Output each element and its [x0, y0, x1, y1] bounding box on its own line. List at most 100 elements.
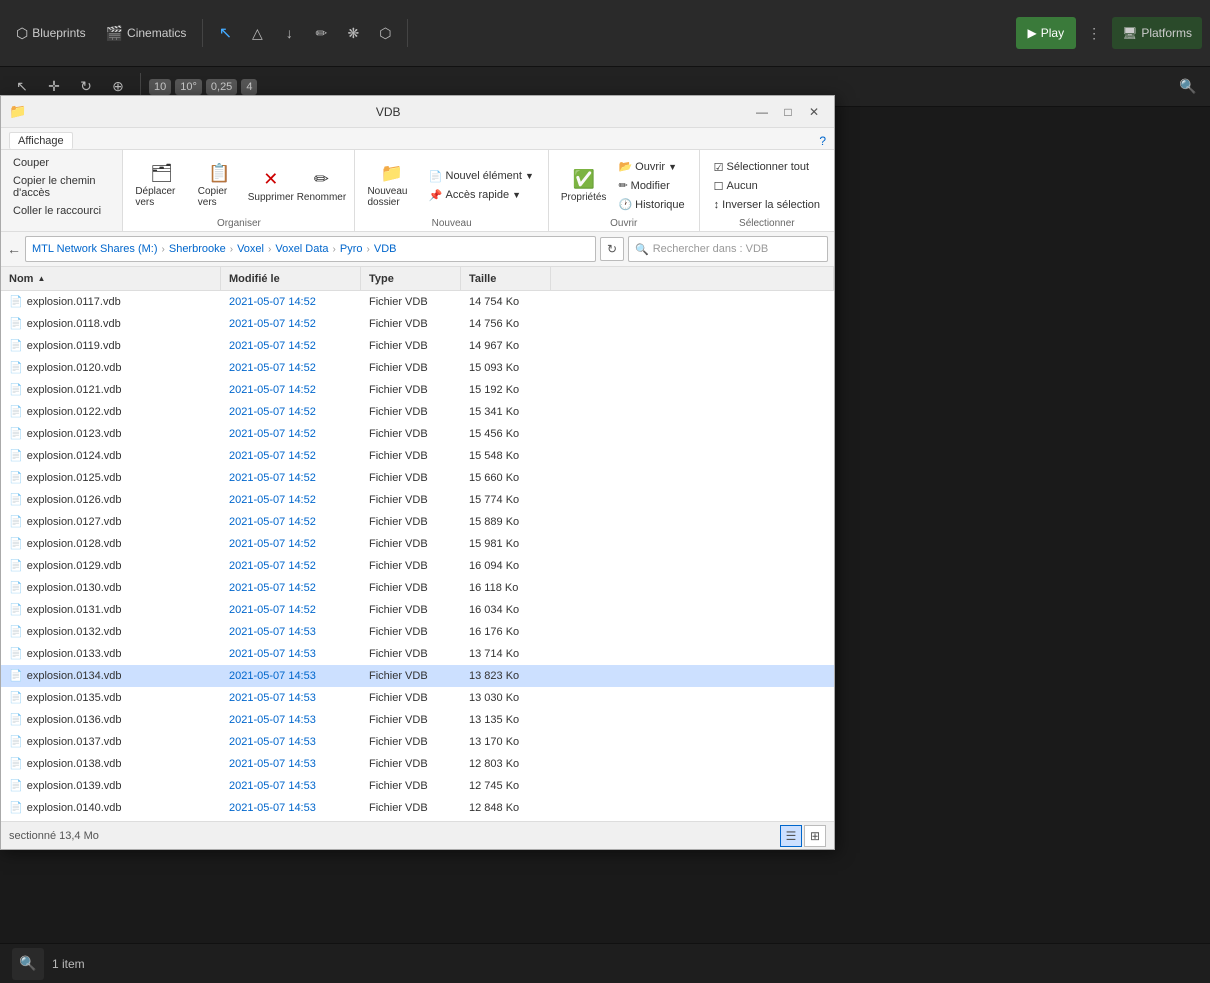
path-part-network[interactable]: MTL Network Shares (M:): [32, 243, 158, 255]
path-part-vdb[interactable]: VDB: [374, 243, 397, 255]
table-row[interactable]: 📄 explosion.0138.vdb 2021-05-07 14:53 Fi…: [1, 753, 834, 775]
file-name: 📄 explosion.0136.vdb: [1, 713, 221, 726]
delete-button[interactable]: ✕ Supprimer: [247, 167, 294, 205]
file-size: 15 889 Ko: [461, 516, 551, 528]
context-copy-path[interactable]: Copier le chemin d'accès: [1, 172, 122, 202]
copy-to-button[interactable]: 📋 Copier vers: [194, 161, 245, 210]
file-modified: 2021-05-07 14:52: [221, 538, 361, 550]
file-modified: 2021-05-07 14:52: [221, 516, 361, 528]
table-row[interactable]: 📄 explosion.0119.vdb 2021-05-07 14:52 Fi…: [1, 335, 834, 357]
rename-button[interactable]: ✏ Renommer: [296, 167, 346, 205]
path-part-voxeldata[interactable]: Voxel Data: [275, 243, 328, 255]
column-header-name[interactable]: Nom ▲: [1, 267, 221, 290]
file-size: 13 170 Ko: [461, 736, 551, 748]
table-row[interactable]: 📄 explosion.0135.vdb 2021-05-07 14:53 Fi…: [1, 687, 834, 709]
table-row[interactable]: 📄 explosion.0137.vdb 2021-05-07 14:53 Fi…: [1, 731, 834, 753]
ouvrir-buttons: ✅ Propriétés 📂 Ouvrir ▼ ✏ Modifier 🕐: [557, 154, 691, 217]
open-button[interactable]: 📂 Ouvrir ▼: [612, 158, 690, 175]
column-header-type[interactable]: Type: [361, 267, 461, 290]
context-cut[interactable]: Couper: [1, 154, 122, 172]
file-size: 16 094 Ko: [461, 560, 551, 572]
view-buttons: ☰ ⊞: [780, 825, 826, 847]
close-button[interactable]: ✕: [802, 100, 826, 124]
table-row[interactable]: 📄 explosion.0130.vdb 2021-05-07 14:52 Fi…: [1, 577, 834, 599]
cinematics-button[interactable]: 🎬 Cinematics: [98, 17, 195, 49]
separator-2: [407, 19, 408, 47]
table-row[interactable]: 📄 explosion.0140.vdb 2021-05-07 14:53 Fi…: [1, 797, 834, 819]
file-name: 📄 explosion.0119.vdb: [1, 339, 221, 352]
select-all-button[interactable]: ☑ Sélectionner tout: [708, 159, 826, 176]
table-row[interactable]: 📄 explosion.0122.vdb 2021-05-07 14:52 Fi…: [1, 401, 834, 423]
large-icon-view-button[interactable]: ⊞: [804, 825, 826, 847]
table-row[interactable]: 📄 explosion.0117.vdb 2021-05-07 14:52 Fi…: [1, 291, 834, 313]
ribbon-tab-affichage[interactable]: Affichage: [9, 132, 73, 149]
table-row[interactable]: 📄 explosion.0124.vdb 2021-05-07 14:52 Fi…: [1, 445, 834, 467]
select-tool-button[interactable]: ↖: [211, 19, 239, 47]
file-size: 15 456 Ko: [461, 428, 551, 440]
address-path[interactable]: MTL Network Shares (M:) › Sherbrooke › V…: [25, 236, 596, 262]
back-button[interactable]: ←: [7, 241, 21, 257]
modeling-tool-button[interactable]: ❋: [339, 19, 367, 47]
geometry-tool-button[interactable]: ✏: [307, 19, 335, 47]
path-part-voxel[interactable]: Voxel: [237, 243, 264, 255]
invert-selection-button[interactable]: ↕ Inverser la sélection: [708, 197, 826, 213]
list-view-button[interactable]: ☰: [780, 825, 802, 847]
table-row[interactable]: 📄 explosion.0131.vdb 2021-05-07 14:52 Fi…: [1, 599, 834, 621]
new-folder-icon: 📁: [381, 163, 403, 184]
properties-button[interactable]: ✅ Propriétés: [557, 167, 611, 205]
file-icon: 📄: [9, 405, 23, 418]
platforms-button[interactable]: 🖥 Platforms: [1112, 17, 1202, 49]
maximize-button[interactable]: □: [776, 100, 800, 124]
play-button[interactable]: ▶ Play: [1016, 17, 1077, 49]
table-row[interactable]: 📄 explosion.0118.vdb 2021-05-07 14:52 Fi…: [1, 313, 834, 335]
table-row[interactable]: 📄 explosion.0123.vdb 2021-05-07 14:52 Fi…: [1, 423, 834, 445]
ribbon-help-button[interactable]: ?: [819, 132, 826, 149]
history-button[interactable]: 🕐 Historique: [612, 196, 690, 213]
new-element-button[interactable]: 📄 Nouvel élément ▼: [423, 168, 540, 185]
quick-access-button[interactable]: 📌 Accès rapide ▼: [423, 187, 540, 204]
search-scene-button[interactable]: 🔍: [1174, 73, 1202, 101]
select-none-button[interactable]: ☐ Aucun: [708, 178, 826, 195]
landscape-tool-button[interactable]: △: [243, 19, 271, 47]
file-type: Fichier VDB: [361, 384, 461, 396]
table-row[interactable]: 📄 explosion.0128.vdb 2021-05-07 14:52 Fi…: [1, 533, 834, 555]
cinematics-label: Cinematics: [127, 26, 186, 40]
table-row[interactable]: 📄 explosion.0133.vdb 2021-05-07 14:53 Fi…: [1, 643, 834, 665]
table-row[interactable]: 📄 explosion.0125.vdb 2021-05-07 14:52 Fi…: [1, 467, 834, 489]
table-row[interactable]: 📄 explosion.0121.vdb 2021-05-07 14:52 Fi…: [1, 379, 834, 401]
table-row[interactable]: 📄 explosion.0134.vdb 2021-05-07 14:53 Fi…: [1, 665, 834, 687]
play-options-button[interactable]: ⋮: [1080, 19, 1108, 47]
table-row[interactable]: 📄 explosion.0132.vdb 2021-05-07 14:53 Fi…: [1, 621, 834, 643]
table-row[interactable]: 📄 explosion.0120.vdb 2021-05-07 14:52 Fi…: [1, 357, 834, 379]
file-size: 14 756 Ko: [461, 318, 551, 330]
search-box[interactable]: 🔍 Rechercher dans : VDB: [628, 236, 828, 262]
file-size: 13 714 Ko: [461, 648, 551, 660]
blueprints-button[interactable]: ⬡ Blueprints: [8, 17, 94, 49]
path-part-sherbrooke[interactable]: Sherbrooke: [169, 243, 226, 255]
search-button[interactable]: 🔍: [12, 948, 44, 980]
table-row[interactable]: 📄 explosion.0129.vdb 2021-05-07 14:52 Fi…: [1, 555, 834, 577]
file-type: Fichier VDB: [361, 560, 461, 572]
file-type: Fichier VDB: [361, 626, 461, 638]
path-part-pyro[interactable]: Pyro: [340, 243, 363, 255]
file-icon: 📄: [9, 339, 23, 352]
file-name: 📄 explosion.0135.vdb: [1, 691, 221, 704]
table-row[interactable]: 📄 explosion.0136.vdb 2021-05-07 14:53 Fi…: [1, 709, 834, 731]
move-to-button[interactable]: 🗂 Déplacer vers: [131, 161, 191, 210]
fracture-tool-button[interactable]: ⬡: [371, 19, 399, 47]
file-size: 15 093 Ko: [461, 362, 551, 374]
table-row[interactable]: 📄 explosion.0139.vdb 2021-05-07 14:53 Fi…: [1, 775, 834, 797]
context-paste-shortcut[interactable]: Coller le raccourci: [1, 202, 122, 220]
file-modified: 2021-05-07 14:52: [221, 406, 361, 418]
new-folder-button[interactable]: 📁 Nouveau dossier: [363, 161, 420, 210]
edit-button[interactable]: ✏ Modifier: [612, 177, 690, 194]
column-header-modified[interactable]: Modifié le: [221, 267, 361, 290]
table-row[interactable]: 📄 explosion.0127.vdb 2021-05-07 14:52 Fi…: [1, 511, 834, 533]
context-menu: Couper Copier le chemin d'accès Coller l…: [1, 150, 123, 231]
foliage-tool-button[interactable]: ↓: [275, 19, 303, 47]
table-row[interactable]: 📄 explosion.0126.vdb 2021-05-07 14:52 Fi…: [1, 489, 834, 511]
column-header-size[interactable]: Taille: [461, 267, 551, 290]
minimize-button[interactable]: —: [750, 100, 774, 124]
file-icon: 📄: [9, 735, 23, 748]
refresh-button[interactable]: ↻: [600, 237, 624, 261]
